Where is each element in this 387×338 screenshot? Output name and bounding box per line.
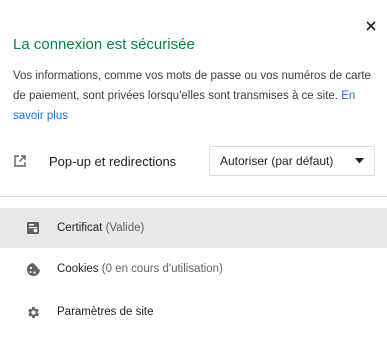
certificate-item[interactable]: Certificat (Valide) — [0, 208, 387, 248]
certificate-status: (Valide) — [105, 222, 145, 234]
certificate-icon — [25, 220, 41, 236]
site-info-popup: La connexion est sécurisée Vos informati… — [0, 0, 387, 338]
cookies-label: Cookies (0 en cours d'utilisation) — [57, 263, 223, 275]
popup-redirect-value: Autoriser (par défaut) — [220, 154, 334, 168]
external-window-icon — [13, 152, 31, 170]
popup-redirect-select[interactable]: Autoriser (par défaut) — [209, 146, 375, 176]
cookies-name: Cookies — [57, 263, 99, 275]
connection-description: Vos informations, comme vos mots de pass… — [13, 66, 375, 126]
dropdown-arrow-icon — [355, 158, 364, 164]
gear-icon — [25, 304, 41, 320]
site-settings-item[interactable]: Paramètres de site — [0, 292, 387, 332]
cookie-icon — [25, 261, 41, 277]
site-settings-label: Paramètres de site — [57, 306, 154, 318]
cookies-count: (0 en cours d'utilisation) — [101, 263, 223, 275]
connection-title: La connexion est sécurisée — [13, 36, 195, 53]
popup-redirect-row: Pop-up et redirections Autoriser (par dé… — [13, 146, 375, 176]
cookies-item[interactable]: Cookies (0 en cours d'utilisation) — [0, 249, 387, 289]
divider — [0, 196, 387, 197]
certificate-label: Certificat (Valide) — [57, 222, 144, 234]
certificate-name: Certificat — [57, 222, 103, 234]
close-button[interactable] — [363, 18, 379, 34]
description-text: Vos informations, comme vos mots de pass… — [13, 70, 371, 102]
popup-redirect-label: Pop-up et redirections — [49, 153, 177, 169]
close-icon — [366, 21, 376, 31]
